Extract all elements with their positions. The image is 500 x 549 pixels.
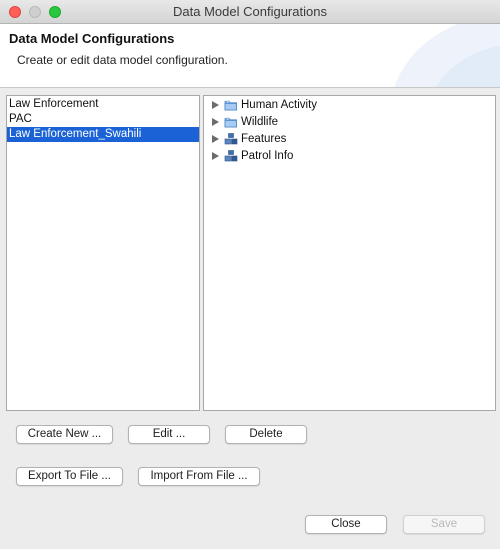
tree-node[interactable]: Features [204, 131, 495, 148]
tree-node-label: Wildlife [241, 116, 279, 128]
blocks-icon [224, 132, 238, 146]
tree-node[interactable]: Human Activity [204, 97, 495, 114]
configuration-list-item[interactable]: Law Enforcement [7, 97, 199, 112]
dialog-header: Data Model Configurations Create or edit… [0, 24, 500, 88]
expand-arrow-icon[interactable] [212, 135, 219, 143]
import-from-file-button[interactable]: Import From File ... [138, 467, 260, 486]
tree-node[interactable]: Wildlife [204, 114, 495, 131]
title-bar: Data Model Configurations [0, 0, 500, 24]
delete-button[interactable]: Delete [225, 425, 307, 444]
create-new-button[interactable]: Create New ... [16, 425, 113, 444]
edit-button[interactable]: Edit ... [128, 425, 210, 444]
configuration-list-item[interactable]: PAC [7, 112, 199, 127]
expand-arrow-icon[interactable] [212, 101, 219, 109]
dialog-title: Data Model Configurations [9, 31, 175, 46]
close-button[interactable]: Close [305, 515, 387, 534]
configuration-list[interactable]: Law Enforcement PAC Law Enforcement_Swahil… [6, 95, 200, 411]
save-button[interactable]: Save [403, 515, 485, 534]
export-to-file-button[interactable]: Export To File ... [16, 467, 123, 486]
expand-arrow-icon[interactable] [212, 152, 219, 160]
tree-node-label: Human Activity [241, 99, 318, 111]
folder-icon [224, 115, 238, 129]
data-model-tree[interactable]: Human Activity Wildlife Features Patrol Inf… [203, 95, 496, 411]
header-banner-art [394, 24, 500, 87]
tree-node[interactable]: Patrol Info [204, 148, 495, 165]
tree-node-label: Features [241, 133, 287, 145]
window-title: Data Model Configurations [173, 4, 327, 19]
folder-icon [224, 98, 238, 112]
tree-node-label: Patrol Info [241, 150, 294, 162]
expand-arrow-icon[interactable] [212, 118, 219, 126]
dialog-subtitle: Create or edit data model configuration. [17, 53, 228, 67]
configuration-list-item[interactable]: Law Enforcement_Swahili [7, 127, 199, 142]
blocks-icon [224, 149, 238, 163]
